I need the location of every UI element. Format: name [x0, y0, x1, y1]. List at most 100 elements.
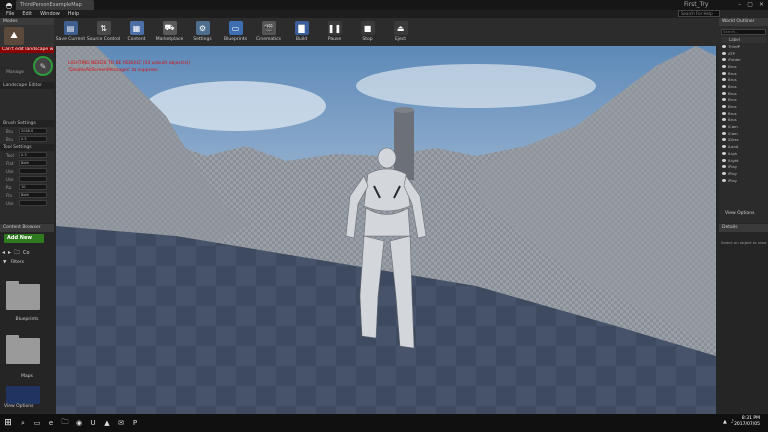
param-input[interactable] — [19, 168, 47, 174]
breadcrumb[interactable]: Co — [23, 250, 30, 256]
visibility-eye-icon[interactable] — [722, 91, 726, 95]
settings-button[interactable]: ⚙ Settings — [186, 18, 219, 46]
outliner-item[interactable]: Brus — [719, 70, 768, 77]
visibility-eye-icon[interactable] — [722, 178, 726, 182]
forward-arrow-icon[interactable]: ▸ — [8, 249, 11, 256]
outliner-search-input[interactable]: Search... — [721, 29, 766, 35]
visibility-eye-icon[interactable] — [722, 145, 726, 149]
view-options-button[interactable]: View Options — [4, 404, 33, 409]
visibility-eye-icon[interactable] — [722, 131, 726, 135]
outliner-item[interactable]: iLigh — [719, 150, 768, 157]
outliner-item[interactable]: iLight — [719, 157, 768, 164]
outliner-item[interactable]: Brus — [719, 76, 768, 83]
param-input[interactable]: 0.5 — [19, 136, 47, 142]
help-search-input[interactable]: Search For Help — [678, 10, 720, 17]
stop-button[interactable]: ■ Stop — [351, 18, 384, 46]
visibility-eye-icon[interactable] — [722, 165, 726, 169]
outliner-item[interactable]: iPlay — [719, 163, 768, 170]
menu-file[interactable]: File — [6, 10, 14, 18]
taskbar-app-icon[interactable]: e — [44, 414, 58, 432]
tool-settings-header[interactable]: Tool Settings — [0, 144, 54, 151]
outliner-item[interactable]: Brus — [719, 117, 768, 124]
pause-button[interactable]: ❚❚ Pause — [318, 18, 351, 46]
param-input[interactable] — [19, 176, 47, 182]
world-outliner-tab[interactable]: World Outliner — [719, 18, 768, 26]
outliner-item[interactable]: Brus — [719, 83, 768, 90]
param-input[interactable] — [19, 200, 47, 206]
outliner-item[interactable]: ThirdP — [719, 43, 768, 50]
param-input[interactable]: 2048.0 — [19, 128, 47, 134]
taskbar-app-icon[interactable]: P — [128, 414, 142, 432]
windows-start-icon[interactable]: ⊞ — [0, 414, 16, 432]
visibility-eye-icon[interactable] — [722, 51, 726, 55]
outliner-view-options[interactable]: View Options — [725, 211, 754, 216]
back-arrow-icon[interactable]: ◂ — [2, 249, 5, 256]
outliner-item[interactable]: iFolder — [719, 56, 768, 63]
outliner-item[interactable]: iDirec — [719, 137, 768, 144]
build-button[interactable]: ▇ Build — [285, 18, 318, 46]
menu-edit[interactable]: Edit — [22, 10, 32, 18]
cinematics-button[interactable]: 🎬 Cinematics — [252, 18, 285, 46]
outliner-item[interactable]: iPlay — [719, 170, 768, 177]
taskbar-app-icon[interactable]: U — [86, 414, 100, 432]
landscape-editor-header[interactable]: Landscape Editor — [0, 82, 54, 89]
visibility-eye-icon[interactable] — [722, 78, 726, 82]
outliner-item[interactable]: ATP — [719, 50, 768, 57]
network-icon[interactable]: ▲ — [723, 419, 727, 425]
modes-tab[interactable]: Modes — [0, 18, 54, 25]
content-browser-tab[interactable]: Content Browser — [0, 224, 54, 232]
visibility-eye-icon[interactable] — [722, 44, 726, 48]
visibility-eye-icon[interactable] — [722, 158, 726, 162]
manage-button[interactable]: Manage — [5, 56, 25, 78]
folder-blueprints[interactable] — [6, 281, 40, 310]
asset-thumbnail[interactable] — [6, 386, 40, 404]
param-input[interactable]: 0.3 — [19, 152, 47, 158]
details-tab[interactable]: Details — [719, 224, 768, 232]
visibility-eye-icon[interactable] — [722, 64, 726, 68]
menu-help[interactable]: Help — [68, 10, 79, 18]
outliner-item[interactable]: Brus — [719, 103, 768, 110]
outliner-item[interactable]: iCam — [719, 123, 768, 130]
visibility-eye-icon[interactable] — [722, 58, 726, 62]
taskbar-clock[interactable]: 8:31 PM 2017/07/05 — [734, 416, 760, 428]
outliner-item[interactable]: Brus — [719, 110, 768, 117]
outliner-item[interactable]: iCam — [719, 130, 768, 137]
taskbar-app-icon[interactable]: ▲ — [100, 414, 114, 432]
visibility-eye-icon[interactable] — [722, 118, 726, 122]
visibility-eye-icon[interactable] — [722, 151, 726, 155]
taskbar-app-icon[interactable]: ▭ — [30, 414, 44, 432]
paint-tool-icon[interactable]: ✎ — [33, 56, 53, 76]
param-input[interactable]: Both — [19, 192, 47, 198]
source-control-button[interactable]: ⇅ Source Control — [87, 18, 120, 46]
visibility-eye-icon[interactable] — [722, 111, 726, 115]
eject-button[interactable]: ⏏ Eject — [384, 18, 417, 46]
level-viewport[interactable]: LIGHTING NEEDS TO BE REBUILT (54 unbuilt… — [56, 46, 716, 414]
visibility-eye-icon[interactable] — [722, 138, 726, 142]
visibility-eye-icon[interactable] — [722, 84, 726, 88]
menu-window[interactable]: Window — [40, 10, 60, 18]
visibility-eye-icon[interactable] — [722, 98, 726, 102]
filters-button[interactable]: ▼ Filters — [3, 260, 24, 265]
outliner-item[interactable]: Brus — [719, 63, 768, 70]
minimize-button[interactable]: – — [738, 0, 741, 10]
blueprints-button[interactable]: ▭ Blueprints — [219, 18, 252, 46]
save-current-button[interactable]: ▤ Save Current — [54, 18, 87, 46]
folder-maps[interactable] — [6, 335, 40, 364]
visibility-eye-icon[interactable] — [722, 171, 726, 175]
taskbar-app-icon[interactable]: 🗀 — [58, 414, 72, 432]
visibility-eye-icon[interactable] — [722, 125, 726, 129]
landscape-mode-icon[interactable]: ⛰ — [4, 27, 24, 45]
close-button[interactable]: ✕ — [759, 0, 764, 10]
marketplace-button[interactable]: ⛟ Marketplace — [153, 18, 186, 46]
add-new-button[interactable]: Add New — [4, 234, 44, 243]
maximize-button[interactable]: ▢ — [747, 0, 753, 10]
taskbar-app-icon[interactable]: ◉ — [72, 414, 86, 432]
taskbar-app-icon[interactable]: ✉ — [114, 414, 128, 432]
outliner-item[interactable]: Brus — [719, 97, 768, 104]
document-tab[interactable]: ThirdPersonExampleMap — [16, 0, 94, 10]
param-input[interactable]: 10 — [19, 184, 47, 190]
visibility-eye-icon[interactable] — [722, 105, 726, 109]
outliner-item[interactable]: iLand — [719, 143, 768, 150]
taskbar-app-icon[interactable]: ⌕ — [16, 414, 30, 432]
brush-settings-header[interactable]: Brush Settings — [0, 120, 54, 127]
